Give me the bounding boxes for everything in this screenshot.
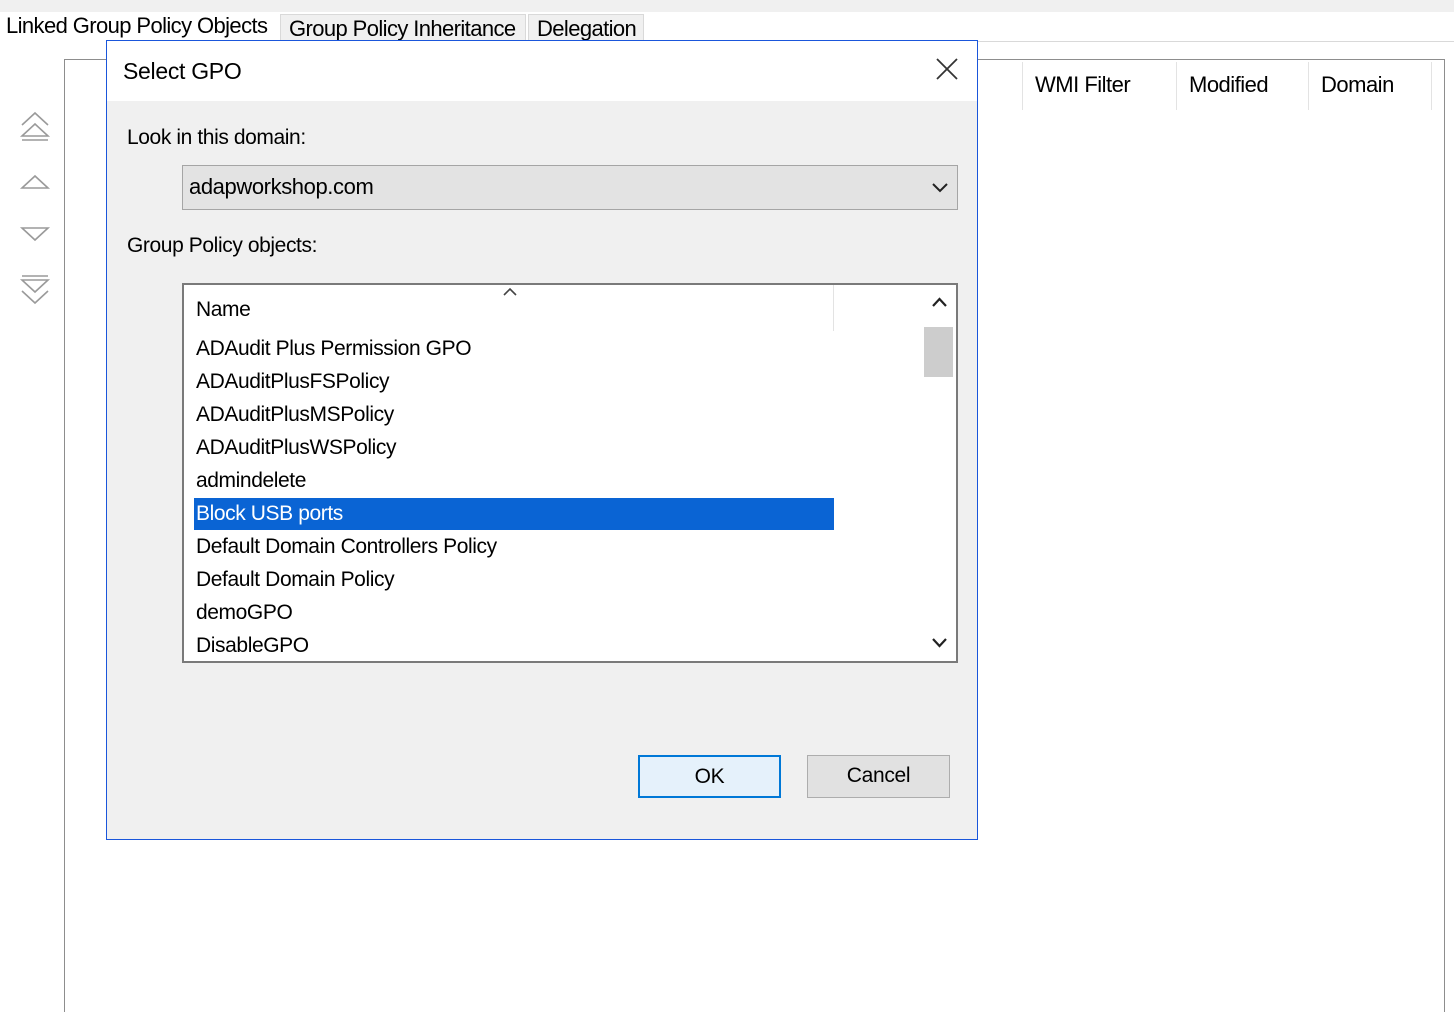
- gpo-list-label: Group Policy objects:: [127, 234, 318, 257]
- domain-dropdown[interactable]: adapworkshop.com: [182, 165, 958, 210]
- domain-dropdown-value: adapworkshop.com: [189, 174, 374, 199]
- cancel-button[interactable]: Cancel: [807, 755, 950, 798]
- select-gpo-dialog: Select GPO Look in this domain: adapwork…: [106, 40, 978, 840]
- move-to-bottom-icon[interactable]: [18, 272, 52, 306]
- list-item[interactable]: Default Domain Policy: [194, 564, 834, 596]
- dialog-title: Select GPO: [123, 58, 242, 84]
- column-header-wmi-filter[interactable]: WMI Filter: [1022, 62, 1176, 110]
- tab-delegation[interactable]: Delegation: [528, 14, 644, 42]
- list-item[interactable]: ADAudit Plus Permission GPO: [194, 333, 834, 365]
- vertical-scrollbar[interactable]: [923, 285, 956, 661]
- window-top-strip: [0, 0, 1454, 12]
- dialog-titlebar: Select GPO: [107, 41, 977, 101]
- list-item[interactable]: DisableGPO: [194, 630, 834, 661]
- list-item[interactable]: ADAuditPlusFSPolicy: [194, 366, 834, 398]
- move-down-icon[interactable]: [18, 216, 52, 250]
- list-item[interactable]: ADAuditPlusMSPolicy: [194, 399, 834, 431]
- list-item[interactable]: Default Domain Controllers Policy: [194, 531, 834, 563]
- list-item[interactable]: demoGPO: [194, 597, 834, 629]
- domain-label: Look in this domain:: [127, 126, 306, 149]
- list-item[interactable]: Block USB ports: [194, 498, 834, 530]
- column-header-domain[interactable]: Domain: [1308, 62, 1432, 110]
- move-up-icon[interactable]: [18, 166, 52, 200]
- move-to-top-icon[interactable]: [18, 110, 52, 144]
- tab-linked-gpos[interactable]: Linked Group Policy Objects: [0, 12, 278, 42]
- sort-ascending-icon: [503, 287, 517, 296]
- list-item[interactable]: ADAuditPlusWSPolicy: [194, 432, 834, 464]
- scroll-down-icon[interactable]: [923, 625, 956, 661]
- gpo-list[interactable]: Name ADAudit Plus Permission GPO ADAuditP…: [182, 283, 958, 663]
- chevron-down-icon: [932, 183, 948, 193]
- scroll-up-icon[interactable]: [923, 285, 956, 321]
- column-header-name-label: Name: [196, 298, 251, 321]
- close-icon[interactable]: [931, 53, 963, 85]
- column-header-name[interactable]: Name: [184, 285, 834, 331]
- column-header-modified[interactable]: Modified: [1176, 62, 1308, 110]
- ok-button[interactable]: OK: [638, 755, 781, 798]
- list-item[interactable]: admindelete: [194, 465, 834, 497]
- tab-gp-inheritance[interactable]: Group Policy Inheritance: [280, 14, 526, 42]
- scrollbar-thumb[interactable]: [924, 327, 953, 377]
